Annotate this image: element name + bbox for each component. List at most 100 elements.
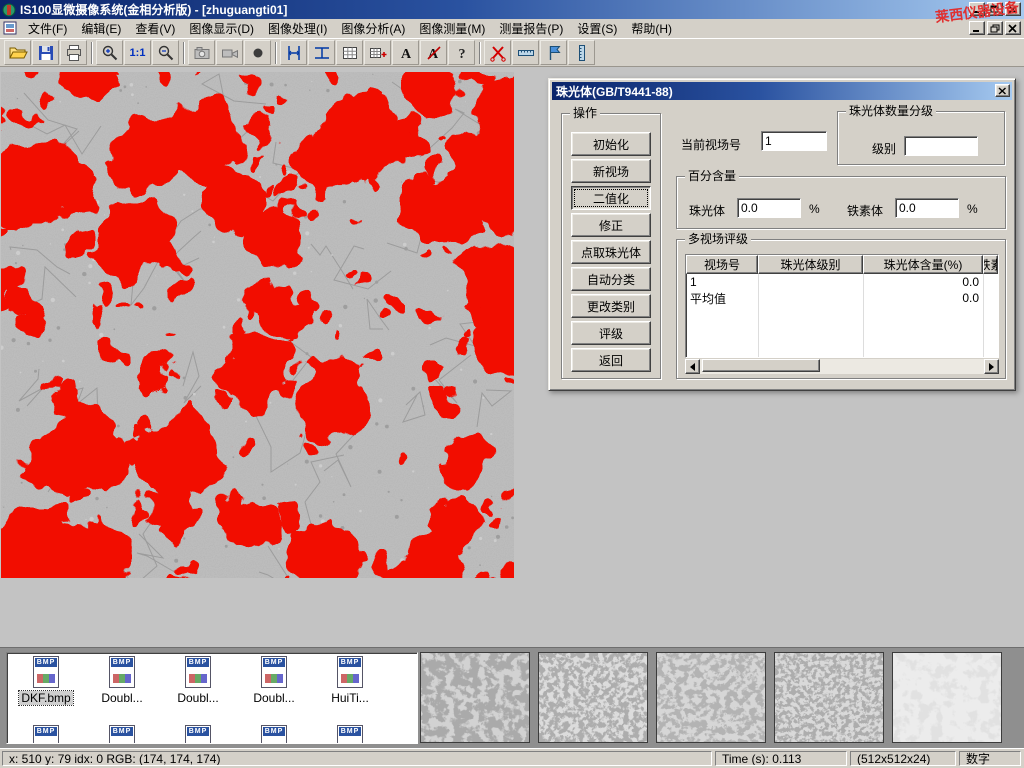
bmp-file-icon: BMP [337, 725, 363, 744]
close-button[interactable] [1005, 2, 1021, 16]
menu-help[interactable]: 帮助(H) [624, 18, 679, 39]
thumbnail[interactable] [538, 652, 648, 743]
auto-classify-button[interactable]: 自动分类 [571, 267, 651, 291]
file-item[interactable]: BMP [313, 725, 387, 744]
zoom-in-icon[interactable] [96, 40, 123, 65]
mode-status: 数字 [959, 751, 1021, 766]
dialog-title-bar[interactable]: 珠光体(GB/T9441-88) [552, 82, 1012, 100]
help-icon[interactable]: ? [448, 40, 475, 65]
menu-image-processing[interactable]: 图像处理(I) [261, 18, 334, 39]
menu-edit[interactable]: 编辑(E) [74, 18, 128, 39]
document-icon[interactable] [3, 21, 19, 36]
file-item[interactable]: BMP [85, 725, 159, 744]
scroll-right-icon[interactable] [984, 359, 999, 374]
pick-pearlite-button[interactable]: 点取珠光体 [571, 240, 651, 264]
ferrite-value: 0.0 [899, 201, 916, 215]
dialog-close-button[interactable] [995, 84, 1010, 97]
correct-button[interactable]: 修正 [571, 213, 651, 237]
bmp-file-icon: BMP [33, 656, 59, 688]
maximize-button[interactable] [987, 2, 1003, 16]
return-button[interactable]: 返回 [571, 348, 651, 372]
grading-group-label: 珠光体数量分级 [846, 104, 936, 118]
file-item[interactable]: BMP [237, 725, 311, 744]
scrollbar-track[interactable] [700, 359, 984, 374]
toolbar-separator [479, 42, 481, 64]
zoom-out-icon[interactable] [152, 40, 179, 65]
menu-view[interactable]: 查看(V) [128, 18, 182, 39]
file-item[interactable]: BMP DKF.bmp [9, 656, 83, 705]
mdi-restore-button[interactable] [987, 21, 1003, 35]
ruler-horizontal-icon[interactable] [512, 40, 539, 65]
menu-measure-report[interactable]: 测量报告(P) [492, 18, 570, 39]
ferrite-label: 铁素体 [847, 202, 883, 219]
video-icon[interactable] [216, 40, 243, 65]
file-item[interactable]: BMP Doubl... [85, 656, 159, 705]
measure-length-icon[interactable] [280, 40, 307, 65]
file-item[interactable]: BMP HuiTi... [313, 656, 387, 705]
rate-button[interactable]: 评级 [571, 321, 651, 345]
init-button[interactable]: 初始化 [571, 132, 651, 156]
svg-text:A: A [400, 47, 411, 62]
image-size-status: (512x512x24) [850, 751, 956, 766]
record-icon[interactable] [244, 40, 271, 65]
measure-width-icon[interactable] [308, 40, 335, 65]
level-input[interactable] [904, 136, 978, 156]
grid-add-icon[interactable] [364, 40, 391, 65]
mdi-close-button[interactable] [1005, 21, 1021, 35]
save-icon[interactable] [32, 40, 59, 65]
open-icon[interactable] [4, 40, 31, 65]
menu-image-analysis[interactable]: 图像分析(A) [334, 18, 412, 39]
col-field-number[interactable]: 视场号 [686, 255, 758, 274]
current-field-input[interactable]: 1 [761, 131, 827, 151]
grid-icon[interactable] [336, 40, 363, 65]
menu-image-display[interactable]: 图像显示(D) [182, 18, 261, 39]
mdi-minimize-button[interactable] [969, 21, 985, 35]
pearlite-dialog: 珠光体(GB/T9441-88) 操作 初始化 新视场 二值化 修正 点取珠光体… [548, 78, 1016, 391]
table-row[interactable]: 1 0.0 [686, 274, 998, 290]
menu-settings[interactable]: 设置(S) [570, 18, 624, 39]
multi-field-group: 多视场评级 视场号 珠光体级别 珠光体含量(%) 铁素 1 [676, 239, 1006, 379]
actual-size-icon[interactable]: 1:1 [124, 40, 151, 65]
col-pearlite-content[interactable]: 珠光体含量(%) [863, 255, 983, 274]
change-class-button[interactable]: 更改类别 [571, 294, 651, 318]
scroll-left-icon[interactable] [685, 359, 700, 374]
table-horizontal-scrollbar[interactable] [685, 359, 999, 374]
file-item[interactable]: BMP [161, 725, 235, 744]
ruler-vertical-icon[interactable] [568, 40, 595, 65]
file-item[interactable]: BMP [9, 725, 83, 744]
file-item[interactable]: BMP Doubl... [237, 656, 311, 705]
table-row[interactable]: 平均值 0.0 [686, 290, 998, 306]
text-annotation-icon[interactable]: A [392, 40, 419, 65]
file-name[interactable]: Doubl... [175, 691, 220, 705]
thumbnail[interactable] [774, 652, 884, 743]
capture-icon[interactable] [188, 40, 215, 65]
table-header-row: 视场号 珠光体级别 珠光体含量(%) 铁素 [686, 255, 998, 274]
pearlite-unit: % [809, 202, 820, 216]
col-pearlite-level[interactable]: 珠光体级别 [758, 255, 863, 274]
table-body: 1 0.0 平均值 0.0 [686, 274, 998, 357]
binarize-button[interactable]: 二值化 [571, 186, 651, 210]
col-ferrite[interactable]: 铁素 [983, 255, 998, 274]
menu-image-measure[interactable]: 图像测量(M) [412, 18, 492, 39]
pearlite-input[interactable]: 0.0 [737, 198, 801, 218]
metallographic-image[interactable] [1, 72, 514, 578]
new-field-button[interactable]: 新视场 [571, 159, 651, 183]
thumbnail[interactable] [420, 652, 530, 743]
print-icon[interactable] [60, 40, 87, 65]
file-name[interactable]: HuiTi... [329, 691, 371, 705]
marker-flag-icon[interactable] [540, 40, 567, 65]
file-browser[interactable]: BMP DKF.bmp BMP Doubl... BMP Doubl... BM… [6, 652, 418, 744]
file-name[interactable]: DKF.bmp [19, 691, 72, 705]
thumbnail[interactable] [656, 652, 766, 743]
file-item[interactable]: BMP Doubl... [161, 656, 235, 705]
ferrite-input[interactable]: 0.0 [895, 198, 959, 218]
cell-field: 平均值 [686, 290, 758, 307]
thumbnail[interactable] [892, 652, 1002, 743]
menu-file[interactable]: 文件(F) [21, 18, 74, 39]
file-name[interactable]: Doubl... [251, 691, 296, 705]
delete-annotation-icon[interactable]: A [420, 40, 447, 65]
file-name[interactable]: Doubl... [99, 691, 144, 705]
scissors-icon[interactable] [484, 40, 511, 65]
scrollbar-thumb[interactable] [702, 359, 820, 372]
minimize-button[interactable] [969, 2, 985, 16]
